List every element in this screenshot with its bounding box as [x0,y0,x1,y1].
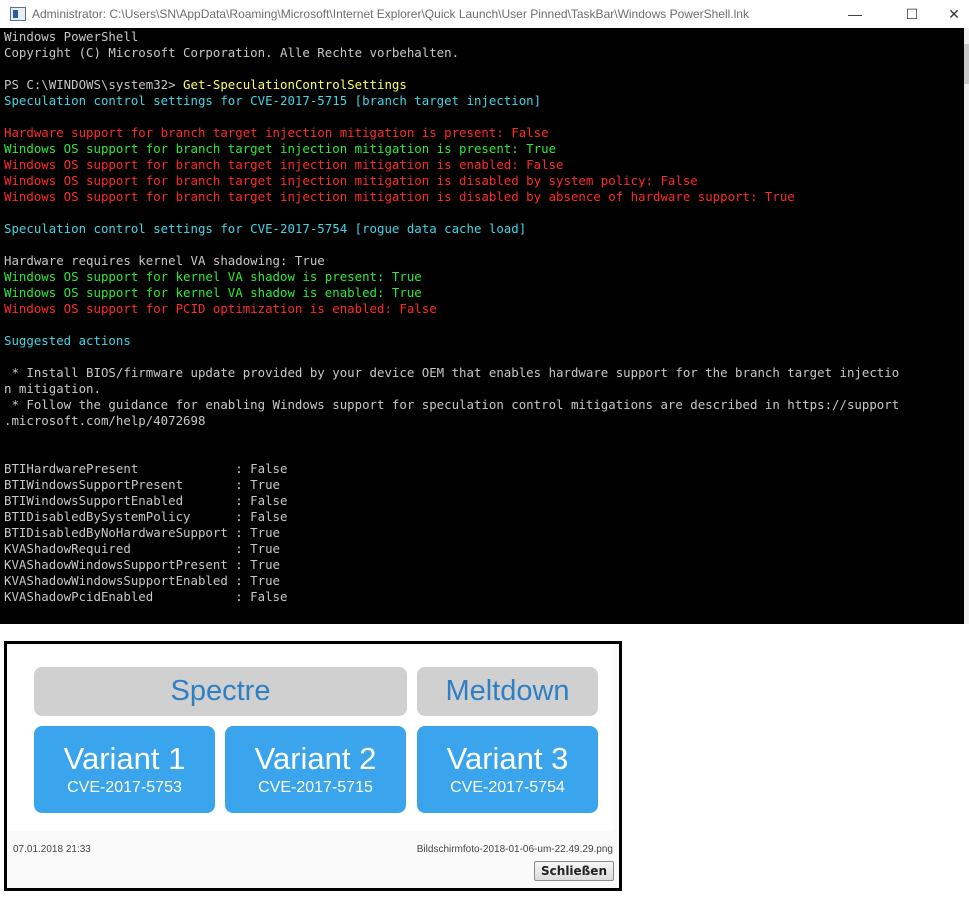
window-title: Administrator: C:\Users\SN\AppData\Roami… [32,7,749,21]
console-line: Hardware support for branch target injec… [4,125,899,141]
console-lines: Windows PowerShell Copyright (C) Microsof… [4,29,899,605]
console-scrollbar[interactable] [964,28,969,624]
variant-1-box: Variant 1 CVE-2017-5753 [34,726,215,813]
console-line-text: KVAShadowRequired : True [4,541,281,556]
console-line: Windows OS support for branch target inj… [4,189,899,205]
meltdown-header: Meltdown [417,667,598,716]
console-line-text: KVAShadowPcidEnabled : False [4,589,288,604]
console-line: n mitigation. [4,381,899,397]
console-output[interactable]: Windows PowerShell Copyright (C) Microsof… [0,28,964,624]
console-line-text: Windows OS support for branch target inj… [4,189,795,204]
console-line-text: Windows OS support for kernel VA shadow … [4,285,422,300]
maximize-button[interactable]: ☐ [889,0,935,28]
image-filename: Bildschirmfoto-2018-01-06-um-22.49.29.pn… [416,844,613,855]
variant-3-box: Variant 3 CVE-2017-5754 [417,726,598,813]
console-line-text: .microsoft.com/help/4072698 [4,413,206,428]
image-viewer: Spectre Meltdown Variant 1 CVE-2017-5753… [4,641,622,891]
console-line-text: KVAShadowWindowsSupportPresent : True [4,557,281,572]
close-window-button[interactable]: ✕ [931,0,969,28]
console-line: BTIWindowsSupportPresent : True [4,477,899,493]
console-line: KVAShadowPcidEnabled : False [4,589,899,605]
console-command: Get-SpeculationControlSettings [183,77,407,92]
console-line: * Install BIOS/firmware update provided … [4,365,899,381]
console-line: Copyright (C) Microsoft Corporation. All… [4,45,899,61]
spectre-header: Spectre [34,667,407,716]
variant-name: Variant 2 [254,741,377,776]
console-line-text: Hardware support for branch target injec… [4,125,549,140]
console-line: * Follow the guidance for enabling Windo… [4,397,899,413]
console-line-text: Windows OS support for branch target inj… [4,157,564,172]
variant-name: Variant 3 [446,741,569,776]
console-line-text: PS C:\WINDOWS\system32> [4,77,184,92]
console-line-text: Speculation control settings for CVE-201… [4,221,527,236]
console-line: BTIWindowsSupportEnabled : False [4,493,899,509]
console-line-text: * Follow the guidance for enabling Windo… [4,397,900,412]
console-line-text: Windows OS support for kernel VA shadow … [4,269,422,284]
console-line: BTIDisabledBySystemPolicy : False [4,509,899,525]
console-line: Windows PowerShell [4,29,899,45]
console-line-text: Suggested actions [4,333,131,348]
console-line-text: Speculation control settings for CVE-201… [4,93,542,108]
close-button[interactable]: Schließen [534,861,614,881]
console-line-text: Windows OS support for PCID optimization… [4,301,437,316]
console-line-text: Hardware requires kernel VA shadowing: T… [4,253,325,268]
console-line: Suggested actions [4,333,899,349]
console-line-text: BTIDisabledByNoHardwareSupport : True [4,525,281,540]
console-line: Speculation control settings for CVE-201… [4,221,899,237]
console-line: KVAShadowRequired : True [4,541,899,557]
console-line: KVAShadowWindowsSupportPresent : True [4,557,899,573]
scrollbar-thumb[interactable] [964,44,969,84]
console-line: Hardware requires kernel VA shadowing: T… [4,253,899,269]
console-line-text: BTIWindowsSupportEnabled : False [4,493,288,508]
image-date: 07.01.2018 21:33 [13,844,91,855]
console-line-text: BTIDisabledBySystemPolicy : False [4,509,288,524]
console-line: Windows OS support for branch target inj… [4,173,899,189]
console-line-text: Windows OS support for branch target inj… [4,173,698,188]
console-line: Windows OS support for kernel VA shadow … [4,285,899,301]
console-line: Windows OS support for branch target inj… [4,157,899,173]
variant-2-box: Variant 2 CVE-2017-5715 [225,726,406,813]
console-line: Speculation control settings for CVE-201… [4,93,899,109]
console-line-text: BTIWindowsSupportPresent : True [4,477,281,492]
variant-cve: CVE-2017-5715 [258,779,373,796]
console-line-text: n mitigation. [4,381,101,396]
variant-name: Variant 1 [63,741,186,776]
powershell-icon [10,7,26,21]
spectre-meltdown-diagram: Spectre Meltdown Variant 1 CVE-2017-5753… [7,644,613,831]
console-line: BTIHardwarePresent : False [4,461,899,477]
console-line-text: * Install BIOS/firmware update provided … [4,365,900,380]
console-line: Windows OS support for kernel VA shadow … [4,269,899,285]
minimize-button[interactable]: — [832,0,878,28]
console-line: BTIDisabledByNoHardwareSupport : True [4,525,899,541]
console-line-text: Windows OS support for branch target inj… [4,141,557,156]
console-line: PS C:\WINDOWS\system32> Get-SpeculationC… [4,77,899,93]
console-line: Windows OS support for branch target inj… [4,141,899,157]
variant-cve: CVE-2017-5753 [67,779,182,796]
console-line-text: KVAShadowWindowsSupportEnabled : True [4,573,281,588]
console-line-text: Copyright (C) Microsoft Corporation. All… [4,45,460,60]
console-line: KVAShadowWindowsSupportEnabled : True [4,573,899,589]
console-line: .microsoft.com/help/4072698 [4,413,899,429]
console-line: Windows OS support for PCID optimization… [4,301,899,317]
console-line-text: Windows PowerShell [4,29,139,44]
variant-cve: CVE-2017-5754 [450,779,565,796]
title-bar: Administrator: C:\Users\SN\AppData\Roami… [0,0,969,28]
console-line-text: BTIHardwarePresent : False [4,461,288,476]
